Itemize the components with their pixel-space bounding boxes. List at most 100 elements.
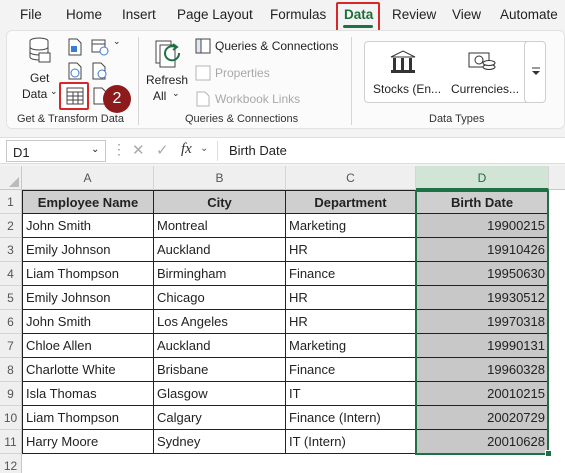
- from-text-icon[interactable]: [67, 38, 83, 56]
- enter-icon[interactable]: ✓: [156, 141, 169, 159]
- table-header-cell[interactable]: Employee Name: [22, 190, 154, 214]
- table-cell[interactable]: IT (Intern): [286, 430, 416, 454]
- menu-page-layout[interactable]: Page Layout: [177, 7, 253, 22]
- menu-home[interactable]: Home: [66, 7, 102, 22]
- table-cell[interactable]: Emily Johnson: [22, 238, 154, 262]
- properties-button[interactable]: Properties: [215, 66, 270, 80]
- table-cell[interactable]: Chicago: [154, 286, 286, 310]
- table-cell[interactable]: Marketing: [286, 334, 416, 358]
- name-box-value: D1: [13, 145, 30, 160]
- table-cell[interactable]: 20020729: [416, 406, 549, 430]
- table-cell[interactable]: Isla Thomas: [22, 382, 154, 406]
- insert-function-icon[interactable]: fx: [181, 141, 192, 158]
- table-cell[interactable]: 19900215: [416, 214, 549, 238]
- row-header[interactable]: 7: [0, 334, 22, 358]
- refresh-all-icon: [155, 40, 181, 68]
- refresh-all-label[interactable]: Refresh: [146, 73, 188, 87]
- column-header-c[interactable]: C: [286, 166, 416, 190]
- table-cell[interactable]: 19990131: [416, 334, 549, 358]
- table-cell[interactable]: 19930512: [416, 286, 549, 310]
- recent-sources-icon[interactable]: [91, 62, 109, 80]
- table-cell[interactable]: Finance (Intern): [286, 406, 416, 430]
- refresh-all-label-2[interactable]: All: [153, 89, 166, 103]
- table-cell[interactable]: 19950630: [416, 262, 549, 286]
- formula-bar: D1 ⌄ ⋮ ✕ ✓ fx ⌄ Birth Date: [0, 137, 565, 164]
- row-header[interactable]: 11: [0, 430, 22, 454]
- cancel-icon[interactable]: ✕: [132, 141, 145, 159]
- from-web-icon[interactable]: [67, 62, 83, 80]
- table-cell[interactable]: Auckland: [154, 238, 286, 262]
- row-header[interactable]: 1: [0, 190, 22, 214]
- menu-formulas[interactable]: Formulas: [270, 7, 326, 22]
- table-cell[interactable]: HR: [286, 286, 416, 310]
- table-cell[interactable]: Birmingham: [154, 262, 286, 286]
- table-cell[interactable]: HR: [286, 310, 416, 334]
- row-header[interactable]: 3: [0, 238, 22, 262]
- row-header[interactable]: 4: [0, 262, 22, 286]
- table-cell[interactable]: Emily Johnson: [22, 286, 154, 310]
- table-cell[interactable]: Marketing: [286, 214, 416, 238]
- table-cell[interactable]: 19910426: [416, 238, 549, 262]
- menu-review[interactable]: Review: [392, 7, 436, 22]
- table-cell[interactable]: Brisbane: [154, 358, 286, 382]
- table-cell[interactable]: Glasgow: [154, 382, 286, 406]
- chevron-down-icon[interactable]: ⌄: [113, 36, 121, 47]
- stocks-icon: [390, 50, 416, 73]
- table-cell[interactable]: 19970318: [416, 310, 549, 334]
- menu-insert[interactable]: Insert: [122, 7, 156, 22]
- table-header-cell[interactable]: Birth Date: [416, 190, 549, 214]
- chevron-down-icon[interactable]: ⌄: [200, 143, 208, 154]
- table-cell[interactable]: Los Angeles: [154, 310, 286, 334]
- column-header-d[interactable]: D: [416, 166, 549, 190]
- table-cell[interactable]: Chloe Allen: [22, 334, 154, 358]
- row-header[interactable]: 9: [0, 382, 22, 406]
- table-cell[interactable]: 19960328: [416, 358, 549, 382]
- table-cell[interactable]: Harry Moore: [22, 430, 154, 454]
- workbook-links-button[interactable]: Workbook Links: [215, 92, 300, 106]
- column-header-a[interactable]: A: [22, 166, 154, 190]
- name-box[interactable]: D1 ⌄: [6, 140, 106, 162]
- row-header[interactable]: 2: [0, 214, 22, 238]
- table-cell[interactable]: John Smith: [22, 310, 154, 334]
- currencies-button[interactable]: Currencies...: [451, 82, 519, 96]
- table-cell[interactable]: Finance: [286, 358, 416, 382]
- data-types-more-button[interactable]: [524, 41, 546, 103]
- chevron-down-icon[interactable]: ⌄: [50, 86, 58, 97]
- chevron-down-icon[interactable]: ⌄: [172, 88, 180, 99]
- select-all-corner[interactable]: [0, 166, 22, 190]
- stocks-button[interactable]: Stocks (En...: [373, 82, 441, 96]
- column-header-e[interactable]: [549, 166, 565, 190]
- table-cell[interactable]: Sydney: [154, 430, 286, 454]
- group-separator: [351, 37, 352, 125]
- chevron-down-icon[interactable]: ⌄: [91, 144, 99, 155]
- table-cell[interactable]: John Smith: [22, 214, 154, 238]
- formula-input[interactable]: Birth Date: [229, 143, 287, 158]
- table-cell[interactable]: Montreal: [154, 214, 286, 238]
- table-cell[interactable]: IT: [286, 382, 416, 406]
- table-header-cell[interactable]: City: [154, 190, 286, 214]
- table-cell[interactable]: Finance: [286, 262, 416, 286]
- fill-handle[interactable]: [545, 450, 552, 457]
- queries-connections-button[interactable]: Queries & Connections: [215, 39, 338, 53]
- table-cell[interactable]: Calgary: [154, 406, 286, 430]
- table-cell[interactable]: Liam Thompson: [22, 406, 154, 430]
- table-cell[interactable]: HR: [286, 238, 416, 262]
- table-cell[interactable]: Auckland: [154, 334, 286, 358]
- table-cell[interactable]: Liam Thompson: [22, 262, 154, 286]
- menu-automate[interactable]: Automate: [500, 7, 558, 22]
- table-cell[interactable]: 20010215: [416, 382, 549, 406]
- row-header[interactable]: 10: [0, 406, 22, 430]
- get-data-label[interactable]: Get: [30, 71, 49, 85]
- from-table-icon[interactable]: [91, 38, 109, 56]
- row-header[interactable]: 8: [0, 358, 22, 382]
- row-header[interactable]: 6: [0, 310, 22, 334]
- table-header-cell[interactable]: Department: [286, 190, 416, 214]
- table-cell[interactable]: Charlotte White: [22, 358, 154, 382]
- get-data-label-2[interactable]: Data: [22, 87, 47, 101]
- table-cell[interactable]: 20010628: [416, 430, 549, 454]
- menu-view[interactable]: View: [452, 7, 481, 22]
- column-header-b[interactable]: B: [154, 166, 286, 190]
- row-header[interactable]: 5: [0, 286, 22, 310]
- menu-file[interactable]: File: [20, 7, 42, 22]
- row-header[interactable]: 12: [0, 454, 22, 473]
